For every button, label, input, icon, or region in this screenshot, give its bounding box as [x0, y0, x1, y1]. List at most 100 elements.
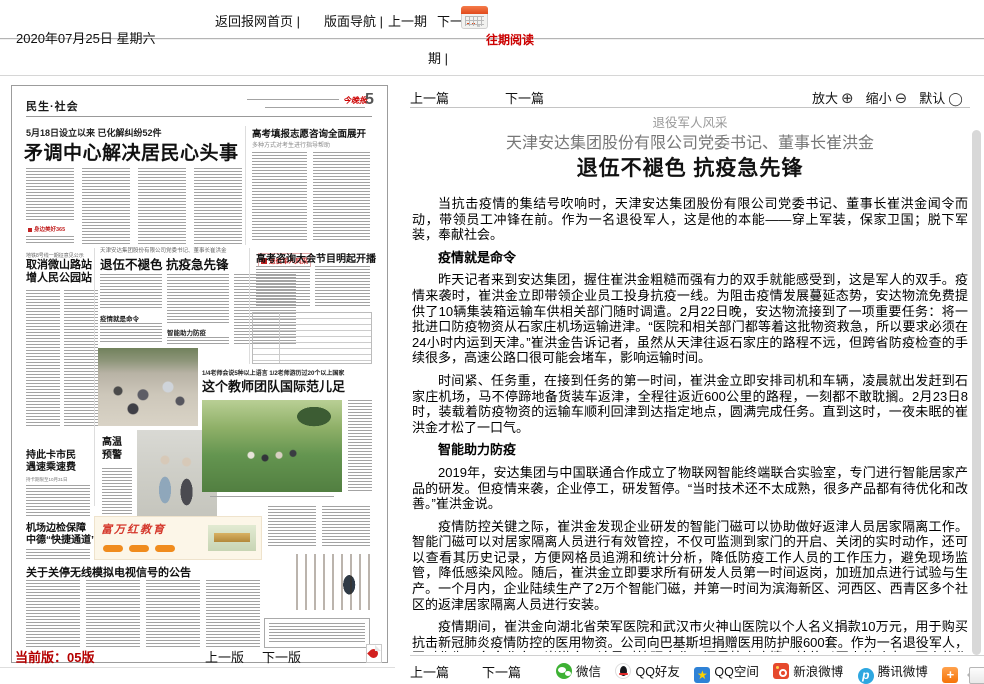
thumb-badge-365: 身边美好365 — [28, 225, 65, 233]
share-wechat[interactable]: 微信 — [556, 663, 601, 680]
street-crowd-photo — [98, 348, 198, 426]
thumb-a4-subhead2: 智能助力防疫 — [167, 327, 206, 337]
next-page-link[interactable]: 下一版 — [262, 647, 301, 666]
newsprint-text-lines — [26, 290, 60, 428]
prev-article-link-bottom[interactable]: 上一篇 — [410, 662, 449, 681]
notice-box — [264, 618, 370, 648]
share-sina-weibo[interactable]: 新浪微博 — [773, 663, 843, 680]
newsprint-text-lines — [100, 323, 162, 343]
box: 预警 — [102, 449, 122, 462]
box: 身边美好365 — [34, 227, 65, 233]
thumb-a2-subtitle: 多种方式对考生进行指导帮助 — [252, 140, 330, 149]
nav-prev-issue-link[interactable]: 上一期 — [388, 11, 427, 30]
newsprint-text-lines — [322, 506, 370, 548]
share-count[interactable]: 0 — [969, 667, 984, 684]
tencent-weibo-icon[interactable] — [858, 668, 874, 684]
zoom-out-icon[interactable]: ⊖ — [895, 90, 908, 107]
newsprint-text-lines — [138, 168, 186, 245]
newsprint-text-lines — [210, 496, 334, 499]
share-qzone[interactable]: QQ空间 — [694, 663, 758, 680]
epaper-page: 返回报网首页 | 版面导航 | 上一期 下一 期 | 往期阅读 2020年07月… — [0, 0, 984, 684]
next-article-link-top[interactable]: 下一篇 — [505, 88, 544, 107]
thumb-a10-headline[interactable]: 关于关停无线模拟电视信号的公告 — [26, 564, 191, 580]
paragraph: 昨天记者来到安达集团，握住崔洪金粗糙而强有力的双手就能感受到，这是军人的双手。疫… — [412, 272, 968, 366]
zoom-out-button[interactable]: 缩小 — [866, 91, 892, 106]
newsprint-text-lines — [348, 400, 372, 492]
section-heading: 智能助力防疫 — [412, 442, 968, 458]
prev-article-link-top[interactable]: 上一篇 — [410, 88, 449, 107]
thumb-a5-headline[interactable]: 高考咨询大会节目明起开播 — [256, 250, 376, 265]
thumb-a8-headline[interactable]: 机场边检保障 中德“快捷通道” — [26, 523, 96, 547]
zoom-in-icon[interactable]: ⊕ — [841, 90, 854, 107]
newsprint-text-lines — [26, 168, 74, 222]
thumb-a7-headline[interactable]: 持此卡市民 遇速乘速费 — [26, 450, 76, 474]
newspaper-thumbnail[interactable]: 民生·社会 今晚报 5 5月18日设立以来 已化解纠纷52件 矛调中心解决居民心… — [11, 85, 388, 663]
zoom-reset-button[interactable]: 默认 — [919, 91, 945, 106]
thumb-a7-note: 持卡期限至10月31日 — [26, 477, 68, 483]
thumb-a2-headline[interactable]: 高考填报志愿咨询全面展开 — [252, 126, 366, 140]
share-tencent-weibo[interactable]: 腾讯微博 — [858, 663, 928, 680]
calendar-icon[interactable] — [461, 6, 488, 29]
newsprint-text-lines — [206, 580, 260, 648]
nav-next-issue-link-part1[interactable]: 下一 — [437, 11, 463, 30]
newsprint-text-lines — [82, 168, 130, 245]
share-more[interactable] — [942, 663, 962, 680]
thumb-masthead: 今晚报 — [343, 95, 367, 106]
newsprint-text-lines — [268, 506, 316, 548]
qzone-star-icon[interactable] — [694, 667, 710, 683]
thumb-a4-kicker: 天津安达集团股份有限公司党委书记、董事长崔洪金 — [100, 246, 227, 254]
box: 增人民公园站 — [26, 272, 92, 285]
zoom-controls: 放大⊕ 缩小⊖ 默认◯ — [812, 88, 963, 108]
newsprint-text-lines — [194, 168, 242, 245]
toolbar-divider — [410, 107, 970, 108]
thumb-a6-headline[interactable]: 这个教师团队国际范儿足 — [202, 376, 345, 395]
newsprint-text-lines — [26, 549, 90, 559]
newsprint-text-lines — [146, 580, 200, 648]
outdoor-class-photo — [202, 400, 342, 492]
zoom-in-button[interactable]: 放大 — [812, 91, 838, 106]
newsprint-text-lines — [86, 580, 140, 648]
nav-home-link[interactable]: 返回报网首页 | — [215, 11, 300, 30]
box: 机场边检保障 — [26, 523, 96, 535]
nav-next-issue-link-part2[interactable]: 期 | — [428, 48, 448, 67]
paragraph: 疫情期间，崔洪金向湖北省荣军医院和武汉市火神山医院以个人名义捐款10万元，用于购… — [412, 619, 968, 652]
box: 高温 — [102, 436, 122, 449]
advertisement-banner[interactable]: 富万红教育 — [94, 516, 262, 560]
thumb-a1-headline[interactable]: 矛调中心解决居民心头事 — [24, 138, 239, 165]
plus-icon[interactable] — [942, 667, 958, 683]
newsprint-text-lines — [256, 266, 310, 308]
newsprint-text-lines — [26, 580, 80, 648]
nav-layout-link[interactable]: 版面导航 | — [324, 11, 383, 30]
next-article-link-bottom[interactable]: 下一篇 — [482, 662, 521, 681]
left-footer-divider — [0, 667, 395, 668]
thumb-a3-headline[interactable]: 取消微山路站 增人民公园站 — [26, 259, 92, 285]
bookshelf-photo — [296, 554, 372, 610]
prev-page-link[interactable]: 上一版 — [205, 647, 244, 666]
qq-icon[interactable] — [615, 663, 631, 679]
thumb-a4-headline[interactable]: 退伍不褪色 抗疫急先锋 — [100, 254, 228, 273]
zoom-reset-icon[interactable]: ◯ — [948, 91, 963, 106]
sina-weibo-icon[interactable] — [773, 663, 789, 679]
red-square-icon — [28, 228, 32, 232]
article-title: 退伍不褪色 抗疫急先锋 — [410, 152, 970, 182]
past-issues-label[interactable]: 往期阅读 — [486, 31, 534, 48]
paragraph: 2019年，安达集团与中国联通合作成立了物联网智能终端联合实验室，专门进行智能居… — [412, 465, 968, 512]
article-scrollbar[interactable] — [972, 130, 981, 655]
thumb-a3-kicker: 地铁8号线一期征意见公示 — [26, 252, 84, 259]
wechat-icon[interactable] — [556, 663, 572, 679]
box: 当前版： — [15, 650, 67, 665]
share-label: QQ空间 — [714, 665, 758, 679]
pdf-icon[interactable] — [366, 644, 382, 663]
thumb-a4-subhead1: 疫情就是命令 — [100, 313, 139, 323]
share-label: 微信 — [576, 665, 601, 679]
newsprint-text-lines — [26, 236, 74, 245]
newsprint-text-lines — [100, 274, 162, 310]
box: 取消微山路站 — [26, 259, 92, 272]
thumb-a9-headline: 高温 预警 — [102, 436, 122, 462]
share-qq[interactable]: QQ好友 — [615, 663, 679, 680]
share-label: QQ好友 — [635, 665, 679, 679]
share-label: 腾讯微博 — [878, 665, 928, 679]
newsprint-text-lines — [64, 290, 98, 428]
column-rule — [245, 126, 246, 245]
ad-product-image — [208, 525, 256, 551]
